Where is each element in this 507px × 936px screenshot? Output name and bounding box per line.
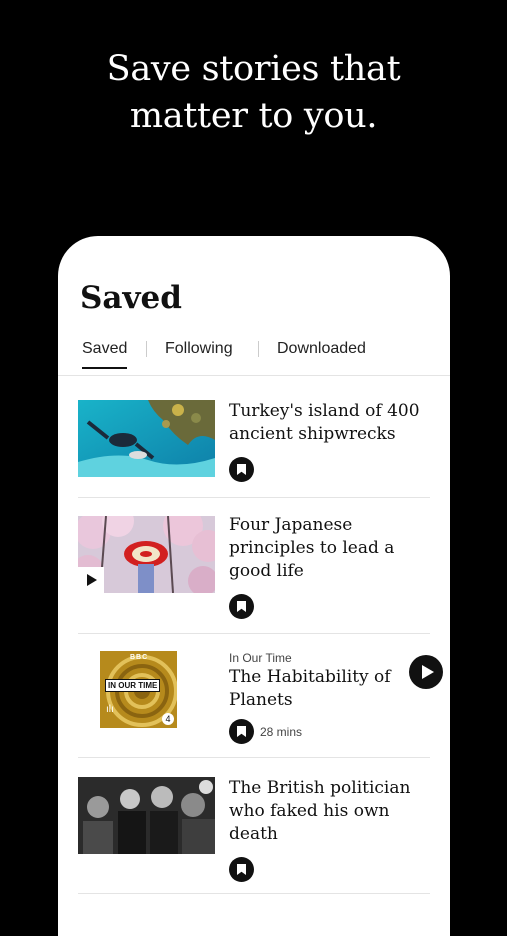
bookmark-icon[interactable]: [229, 594, 254, 619]
bbc-logo: BBC: [130, 654, 149, 661]
story-thumbnail-diver: [78, 400, 215, 477]
tab-downloaded[interactable]: Downloaded: [277, 337, 366, 367]
bookmark-icon[interactable]: [229, 719, 254, 744]
play-button[interactable]: [409, 655, 443, 689]
page-title: Saved: [80, 280, 182, 316]
saved-story-item[interactable]: Four Japanese principles to lead a good …: [78, 498, 430, 634]
promo-headline: Save stories that matter to you.: [0, 46, 507, 140]
saved-story-item[interactable]: The British politician who faked his own…: [78, 758, 430, 894]
story-title: The Habitability of Planets: [229, 667, 391, 710]
tab-saved[interactable]: Saved: [82, 337, 128, 369]
story-title: The British politician who faked his own…: [229, 778, 411, 844]
artwork-label: IN OUR TIME: [105, 679, 161, 692]
story-thumbnail-umbrella: [78, 516, 215, 593]
podcast-duration: 28 mins: [260, 725, 303, 739]
story-title: Turkey's island of 400 ancient shipwreck…: [229, 401, 420, 444]
tab-divider: [258, 341, 259, 357]
story-thumbnail-crowd: [78, 777, 215, 854]
podcast-artwork: BBC IN OUR TIME ılı 4: [100, 651, 177, 728]
phone-screen: Saved Saved Following Downloaded Turkey'…: [58, 236, 450, 936]
promo-headline-line-1: Save stories that: [106, 49, 401, 89]
audio-wave-icon: ılı: [106, 704, 114, 715]
tab-divider: [146, 341, 147, 357]
podcast-series-name: In Our Time: [229, 651, 292, 665]
saved-podcast-item[interactable]: BBC IN OUR TIME ılı 4 In Our Time The Ha…: [78, 634, 443, 758]
bookmark-icon[interactable]: [229, 457, 254, 482]
video-play-badge: [78, 567, 104, 593]
saved-story-item[interactable]: Turkey's island of 400 ancient shipwreck…: [78, 376, 430, 498]
tab-bar: Saved Following Downloaded: [58, 337, 450, 375]
bookmark-icon[interactable]: [229, 857, 254, 882]
promo-headline-line-2: matter to you.: [129, 96, 378, 136]
radio4-badge: 4: [162, 713, 174, 725]
tab-following[interactable]: Following: [165, 337, 233, 367]
story-title: Four Japanese principles to lead a good …: [229, 515, 395, 581]
